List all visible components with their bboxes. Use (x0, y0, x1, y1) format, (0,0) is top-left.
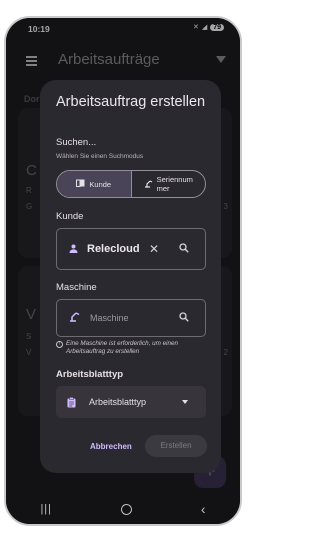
building-icon (76, 179, 85, 189)
worksheet-type-label: Arbeitsblatttyp (56, 369, 124, 380)
dialog-title: Arbeitsauftrag erstellen (56, 94, 206, 110)
app-screen: 10:19 ✕ ◢ 79 Arbeitsaufträge Dor C R G 3… (6, 18, 240, 524)
segment-serial-number[interactable]: Seriennum mer (132, 171, 206, 197)
maschine-label: Maschine (56, 282, 97, 293)
search-label: Suchen... (56, 137, 97, 148)
maschine-hint-text: Eine Maschine ist erforderlich, um einen… (66, 340, 178, 355)
kunde-label: Kunde (56, 211, 84, 222)
segment-kunde-label: Kunde (89, 179, 112, 189)
kunde-field[interactable]: Relecloud ✕ (56, 228, 206, 270)
info-icon: ! (56, 341, 63, 348)
phone-frame: 10:19 ✕ ◢ 79 Arbeitsaufträge Dor C R G 3… (4, 16, 242, 526)
system-nav-bar: ||| ‹ (6, 494, 240, 524)
kunde-value: Relecloud (87, 243, 140, 255)
segment-serial-label: Seriennum mer (157, 175, 193, 193)
maschine-required-hint: ! Eine Maschine ist erforderlich, um ein… (56, 340, 206, 356)
chevron-down-icon (182, 400, 188, 404)
search-icon[interactable] (179, 240, 189, 258)
search-mode-toggle: Kunde Seriennum mer (56, 170, 206, 198)
robot-arm-icon (144, 179, 153, 190)
back-icon[interactable]: ‹ (201, 501, 206, 517)
person-icon (69, 240, 78, 258)
robot-arm-icon (69, 309, 80, 327)
create-work-order-dialog: Arbeitsauftrag erstellen Suchen... Wähle… (40, 80, 221, 473)
maschine-placeholder: Maschine (90, 313, 129, 323)
worksheet-type-value: Arbeitsblatttyp (89, 397, 147, 407)
recent-apps-icon[interactable]: ||| (40, 503, 52, 515)
segment-kunde[interactable]: Kunde (57, 171, 132, 197)
search-icon[interactable] (179, 309, 189, 327)
segment-serial-label-line1: Seriennum (156, 175, 193, 184)
segment-serial-label-line2: mer (156, 184, 170, 193)
create-button[interactable]: Erstellen (145, 435, 207, 457)
maschine-field[interactable]: Maschine (56, 299, 206, 337)
search-mode-hint: Wählen Sie einen Suchmodus (56, 153, 144, 160)
cancel-button[interactable]: Abbrechen (90, 442, 132, 451)
clipboard-icon (67, 395, 76, 413)
clear-icon[interactable]: ✕ (149, 242, 159, 256)
home-icon[interactable] (120, 503, 132, 515)
worksheet-type-select[interactable]: Arbeitsblatttyp (56, 386, 206, 418)
